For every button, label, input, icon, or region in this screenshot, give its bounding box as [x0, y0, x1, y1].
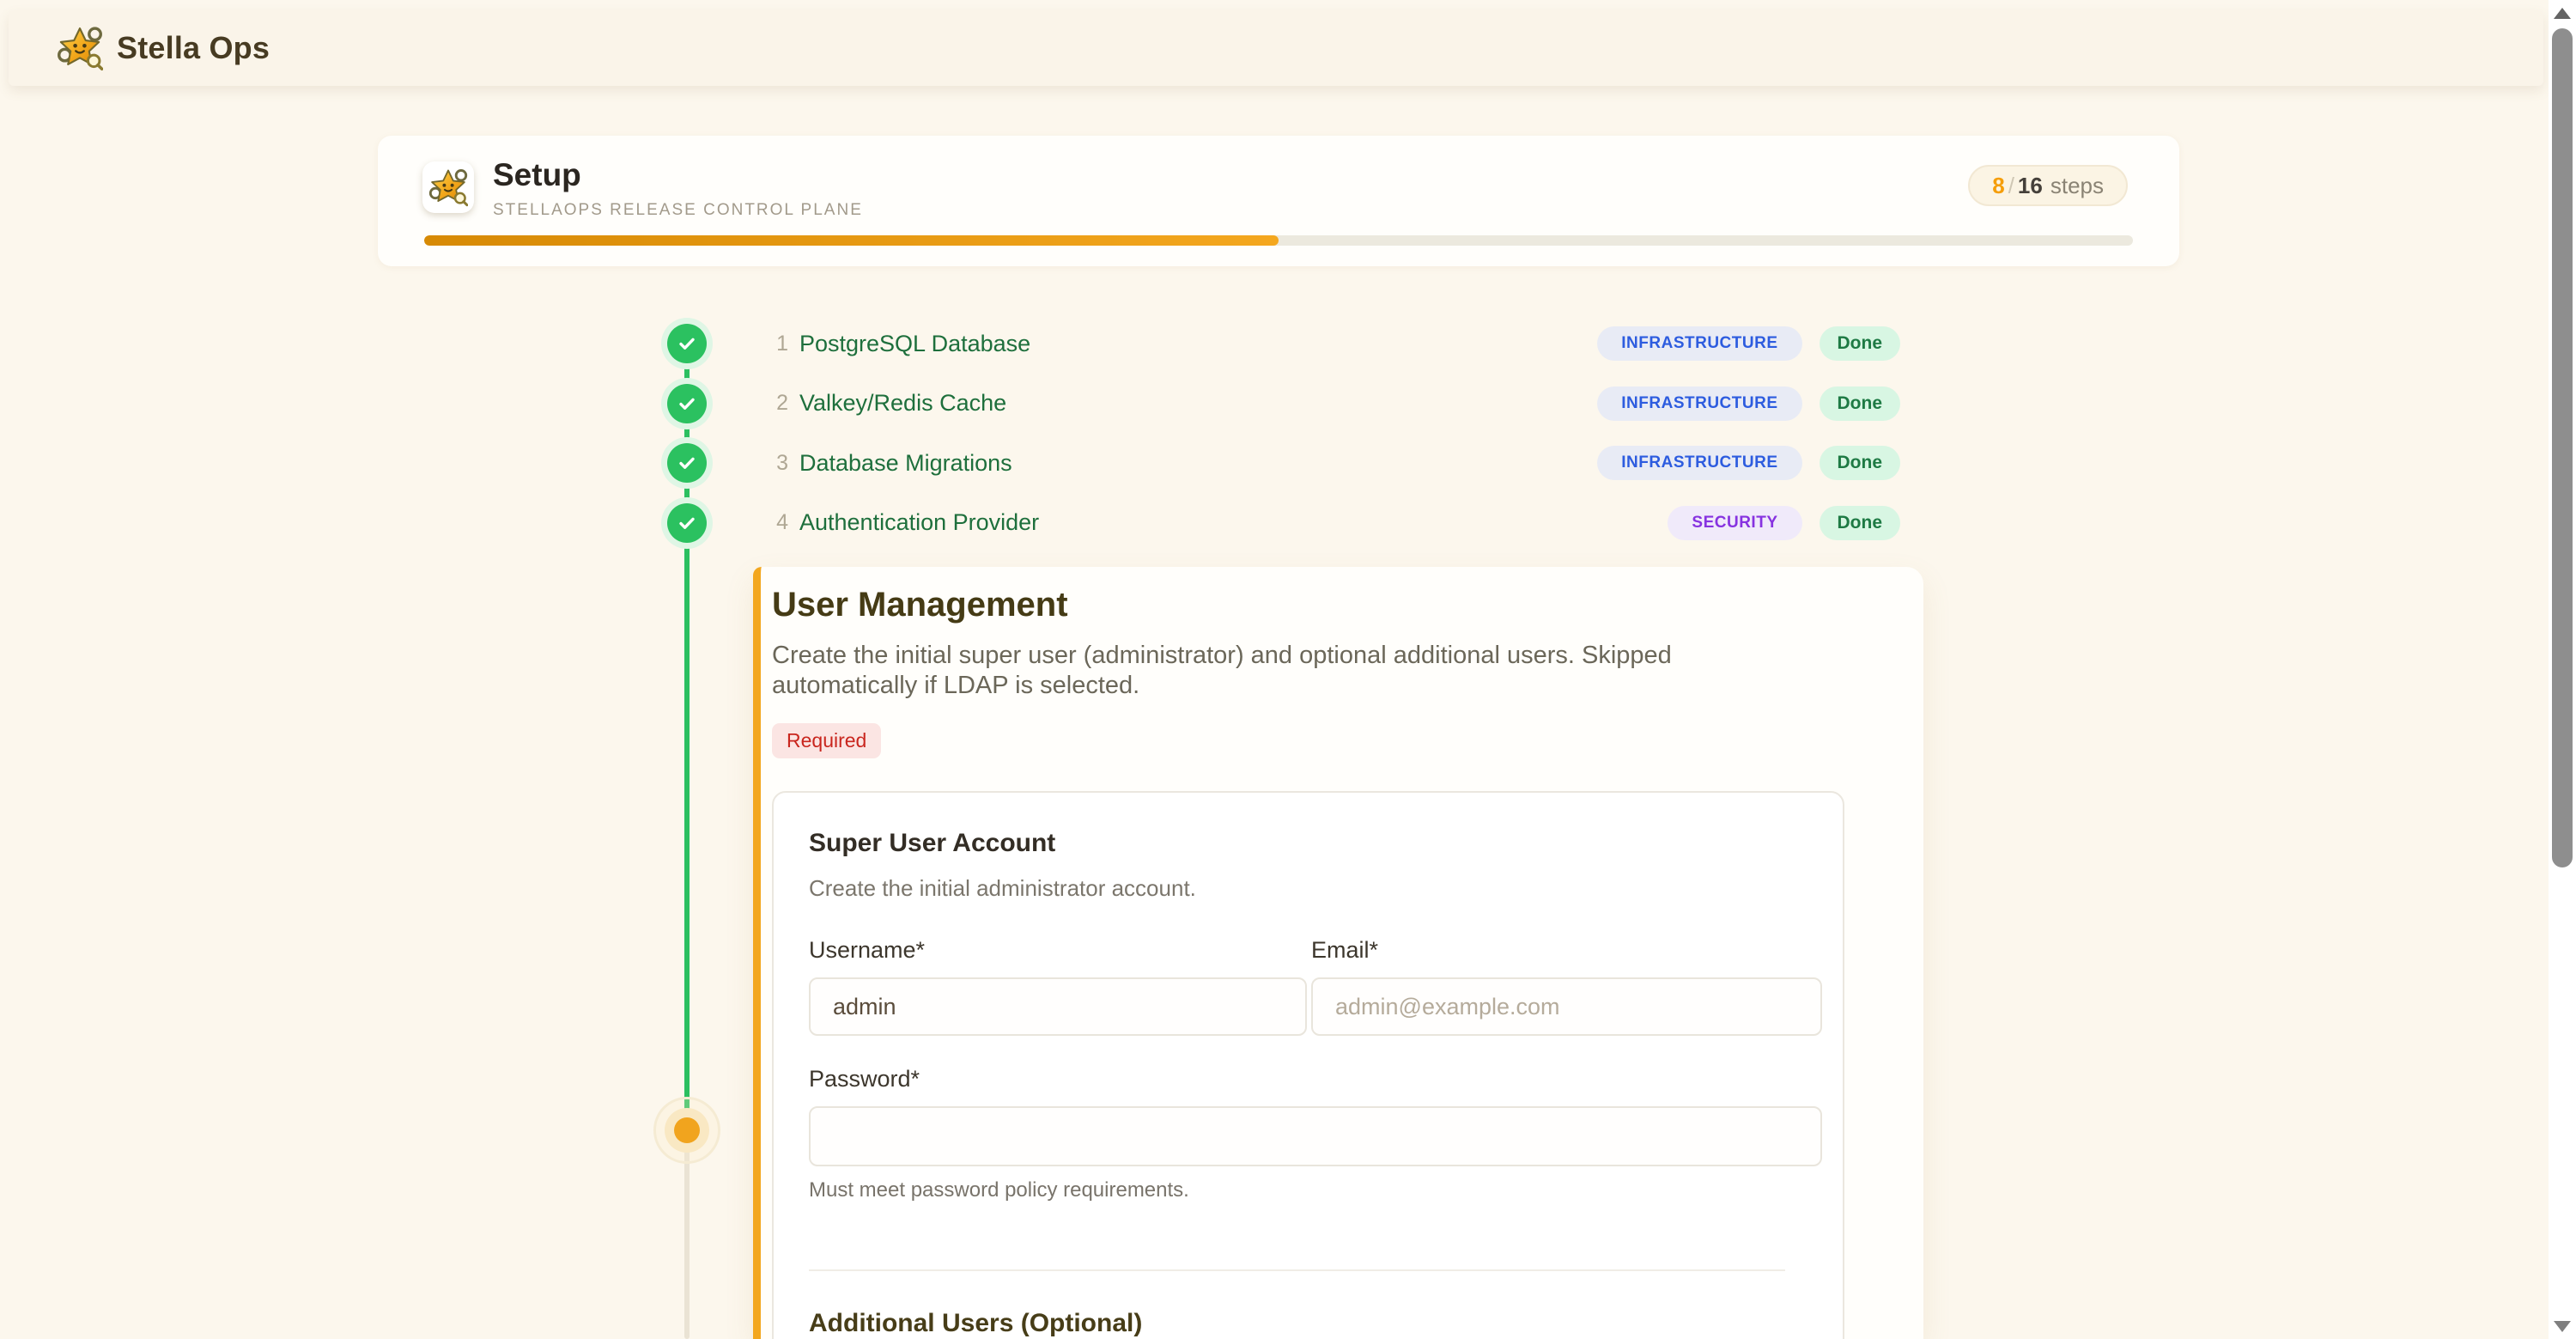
password-help-text: Must meet password policy requirements. — [809, 1178, 1824, 1202]
divider — [809, 1269, 1785, 1271]
step-number: 2 — [762, 391, 788, 416]
setup-page: Stella Ops Setup STELLAOPS RELEASE CONTR… — [0, 0, 2576, 1339]
check-circle-icon — [667, 443, 707, 483]
progress-fill — [424, 235, 1279, 246]
username-field-group: Username* — [809, 937, 1307, 1036]
password-label: Password* — [809, 1066, 1824, 1093]
username-email-row: Username* Email* — [809, 937, 1824, 1036]
email-input[interactable] — [1311, 977, 1822, 1036]
username-input[interactable] — [809, 977, 1307, 1036]
brand-name: Stella Ops — [117, 30, 270, 66]
check-circle-icon — [667, 384, 707, 423]
steps-separator: / — [2008, 173, 2014, 199]
email-label: Email* — [1311, 937, 1822, 964]
step-number: 4 — [762, 510, 788, 535]
scroll-down-arrow-icon[interactable] — [2554, 1321, 2571, 1332]
steps-counter-badge: 8 / 16 steps — [1968, 165, 2128, 206]
scrollbar-thumb[interactable] — [2552, 28, 2573, 867]
step-row-postgresql[interactable]: 1 PostgreSQL Database INFRASTRUCTURE Don… — [762, 324, 1900, 363]
step-title[interactable]: PostgreSQL Database — [799, 331, 1030, 357]
card-description: Create the initial administrator account… — [809, 875, 1824, 902]
category-badge: SECURITY — [1668, 506, 1801, 540]
scroll-up-arrow-icon[interactable] — [2554, 8, 2571, 19]
super-user-card: Super User Account Create the initial ad… — [772, 791, 1844, 1339]
section-description: Create the initial super user (administr… — [772, 641, 1721, 701]
username-label: Username* — [809, 937, 1307, 964]
step-title[interactable]: Authentication Provider — [799, 509, 1039, 536]
setup-titles: Setup STELLAOPS RELEASE CONTROL PLANE — [493, 156, 863, 220]
setup-progress-bar — [424, 235, 2133, 246]
page-title: Setup — [493, 156, 863, 194]
step-number: 1 — [762, 332, 788, 356]
check-circle-icon — [667, 503, 707, 543]
email-field-group: Email* — [1311, 937, 1822, 1036]
section-title: User Management — [772, 584, 1889, 625]
step-title[interactable]: Valkey/Redis Cache — [799, 390, 1006, 417]
current-step-dot-icon — [674, 1117, 700, 1143]
stella-ops-logo-icon — [57, 25, 103, 71]
page-subtitle: STELLAOPS RELEASE CONTROL PLANE — [493, 201, 863, 220]
steps-current: 8 — [1992, 173, 2004, 199]
status-badge: Done — [1820, 446, 1901, 480]
required-badge: Required — [772, 723, 881, 758]
step-row-valkey-redis[interactable]: 2 Valkey/Redis Cache INFRASTRUCTURE Done — [762, 384, 1900, 423]
setup-summary-card: Setup STELLAOPS RELEASE CONTROL PLANE 8 … — [378, 136, 2179, 266]
step-row-auth-provider[interactable]: 4 Authentication Provider SECURITY Done — [762, 503, 1900, 543]
setup-steps-list: 1 PostgreSQL Database INFRASTRUCTURE Don… — [762, 324, 1900, 563]
user-management-panel: User Management Create the initial super… — [753, 567, 1923, 1339]
status-badge: Done — [1820, 506, 1901, 540]
additional-users-title: Additional Users (Optional) — [809, 1309, 1824, 1338]
status-badge: Done — [1820, 386, 1901, 421]
scrollbar-track[interactable] — [2549, 0, 2576, 1339]
password-input[interactable] — [809, 1106, 1822, 1166]
category-badge: INFRASTRUCTURE — [1597, 446, 1801, 480]
check-circle-icon — [667, 324, 707, 363]
category-badge: INFRASTRUCTURE — [1597, 326, 1801, 361]
step-number: 3 — [762, 451, 788, 476]
password-field-group: Password* Must meet password policy requ… — [809, 1066, 1824, 1202]
card-title: Super User Account — [809, 829, 1824, 858]
category-badge: INFRASTRUCTURE — [1597, 386, 1801, 421]
steps-word: steps — [2050, 173, 2104, 199]
app-header: Stella Ops — [9, 10, 2543, 86]
steps-total: 16 — [2018, 173, 2043, 199]
step-row-db-migrations[interactable]: 3 Database Migrations INFRASTRUCTURE Don… — [762, 443, 1900, 483]
step-title[interactable]: Database Migrations — [799, 450, 1012, 477]
status-badge: Done — [1820, 326, 1901, 361]
setup-logo-icon — [422, 161, 474, 213]
